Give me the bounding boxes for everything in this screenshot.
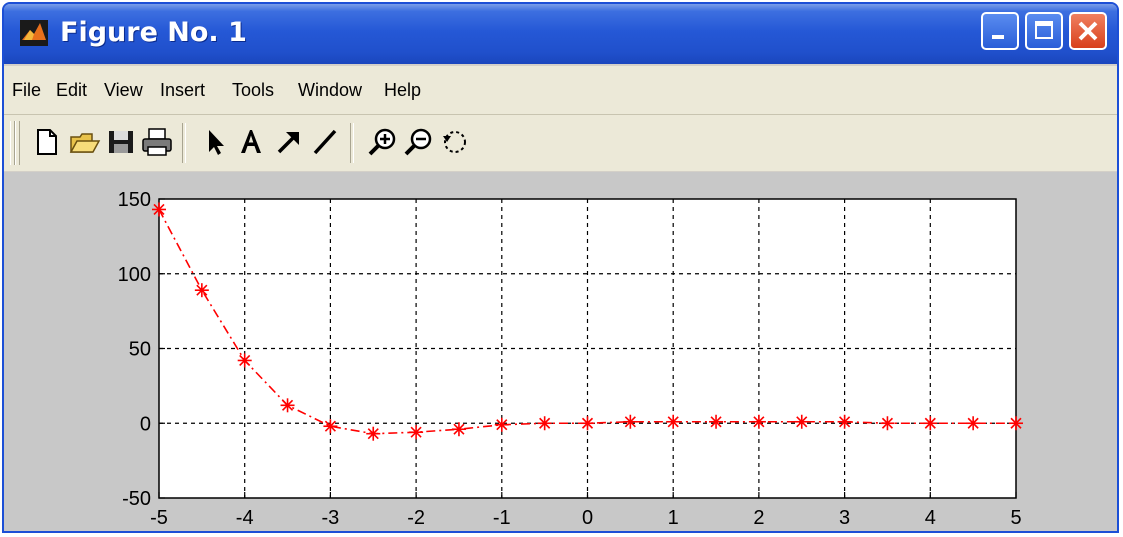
- toolbar: [4, 115, 1117, 171]
- zoom-in-button[interactable]: [366, 125, 400, 159]
- y-tick-label: 0: [140, 413, 151, 435]
- x-tick-label: 4: [925, 507, 936, 529]
- data-point-marker: [494, 417, 509, 432]
- minimize-button[interactable]: [981, 12, 1019, 50]
- menu-insert[interactable]: Insert: [160, 80, 205, 101]
- x-tick-label: -2: [407, 507, 425, 529]
- menu-edit[interactable]: Edit: [56, 80, 87, 101]
- x-tick-label: 5: [1010, 507, 1021, 529]
- print-icon: [142, 128, 172, 156]
- insert-arrow-icon: [277, 132, 299, 154]
- x-tick-label: -1: [493, 507, 511, 529]
- maximize-button[interactable]: [1025, 12, 1063, 50]
- data-point-marker: [880, 416, 895, 431]
- data-point-marker: [794, 414, 809, 429]
- x-tick-label: 1: [668, 507, 679, 529]
- new-figure-button[interactable]: [30, 125, 64, 159]
- data-point-marker: [623, 414, 638, 429]
- data-point-marker: [1009, 416, 1023, 431]
- data-point-marker: [237, 353, 252, 368]
- close-icon: [1078, 21, 1098, 41]
- data-point-marker: [451, 422, 466, 437]
- close-button[interactable]: [1069, 12, 1107, 50]
- menu-file[interactable]: File: [12, 80, 41, 101]
- data-point-marker: [751, 414, 766, 429]
- x-tick-label: -5: [150, 507, 168, 529]
- insert-line-icon: [313, 129, 337, 155]
- data-point-marker: [966, 416, 981, 431]
- data-point-marker: [709, 414, 724, 429]
- insert-text-icon: [241, 130, 261, 153]
- menu-bar: File Edit View Insert Tools Window Help: [4, 66, 1117, 115]
- maximize-icon: [1035, 21, 1053, 39]
- print-button[interactable]: [140, 125, 174, 159]
- toolbar-grip[interactable]: [15, 121, 20, 165]
- rotate-3d-icon: [443, 131, 466, 153]
- data-point-marker: [837, 414, 852, 429]
- new-file-icon: [37, 129, 57, 155]
- insert-text-button[interactable]: [234, 125, 268, 159]
- data-point-marker: [280, 398, 295, 413]
- edit-plot-button[interactable]: [198, 125, 232, 159]
- y-tick-label: 100: [118, 264, 151, 286]
- window-title: Figure No. 1: [60, 17, 247, 48]
- y-tick-label: -50: [122, 488, 151, 510]
- data-point-marker: [580, 416, 595, 431]
- zoom-out-button[interactable]: [402, 125, 436, 159]
- figure-canvas: -5 -4 -3 -2 -1 0 1 2 3 4 5 150 100 50 0 -50: [4, 172, 1117, 533]
- zoom-out-icon: [404, 128, 432, 156]
- save-button[interactable]: [104, 125, 138, 159]
- minimize-icon: [992, 35, 1004, 39]
- menu-view[interactable]: View: [104, 80, 143, 101]
- x-tick-label: -3: [322, 507, 340, 529]
- menu-help[interactable]: Help: [384, 80, 421, 101]
- figure-window: Figure No. 1 File Edit View Insert Tools…: [2, 2, 1119, 533]
- matlab-logo-icon: [20, 20, 48, 46]
- rotate-3d-button[interactable]: [438, 125, 472, 159]
- data-point-marker: [666, 414, 681, 429]
- data-point-marker: [366, 426, 381, 441]
- menu-tools[interactable]: Tools: [232, 80, 274, 101]
- title-bar[interactable]: Figure No. 1: [4, 4, 1117, 64]
- data-point-marker: [537, 416, 552, 431]
- data-point-marker: [194, 283, 209, 298]
- line-plot[interactable]: -5 -4 -3 -2 -1 0 1 2 3 4 5 150 100 50 0 -50: [4, 172, 1117, 533]
- toolbar-separator: [182, 123, 186, 163]
- y-tick-label: 50: [129, 339, 151, 361]
- open-button[interactable]: [68, 125, 102, 159]
- x-tick-label: 0: [582, 507, 593, 529]
- x-tick-label: 2: [753, 507, 764, 529]
- x-tick-label: -4: [236, 507, 254, 529]
- open-folder-icon: [69, 133, 101, 153]
- data-point-marker: [923, 416, 938, 431]
- data-point-marker: [409, 425, 424, 440]
- insert-line-button[interactable]: [308, 125, 342, 159]
- data-point-marker: [152, 202, 166, 217]
- y-tick-label: 150: [118, 189, 151, 211]
- data-point-marker: [323, 419, 338, 434]
- insert-arrow-button[interactable]: [272, 125, 306, 159]
- zoom-in-icon: [368, 128, 396, 156]
- x-tick-label: 3: [839, 507, 850, 529]
- edit-plot-arrow-icon: [209, 130, 224, 155]
- save-icon: [109, 131, 133, 153]
- menu-window[interactable]: Window: [298, 80, 362, 101]
- toolbar-separator: [350, 123, 354, 163]
